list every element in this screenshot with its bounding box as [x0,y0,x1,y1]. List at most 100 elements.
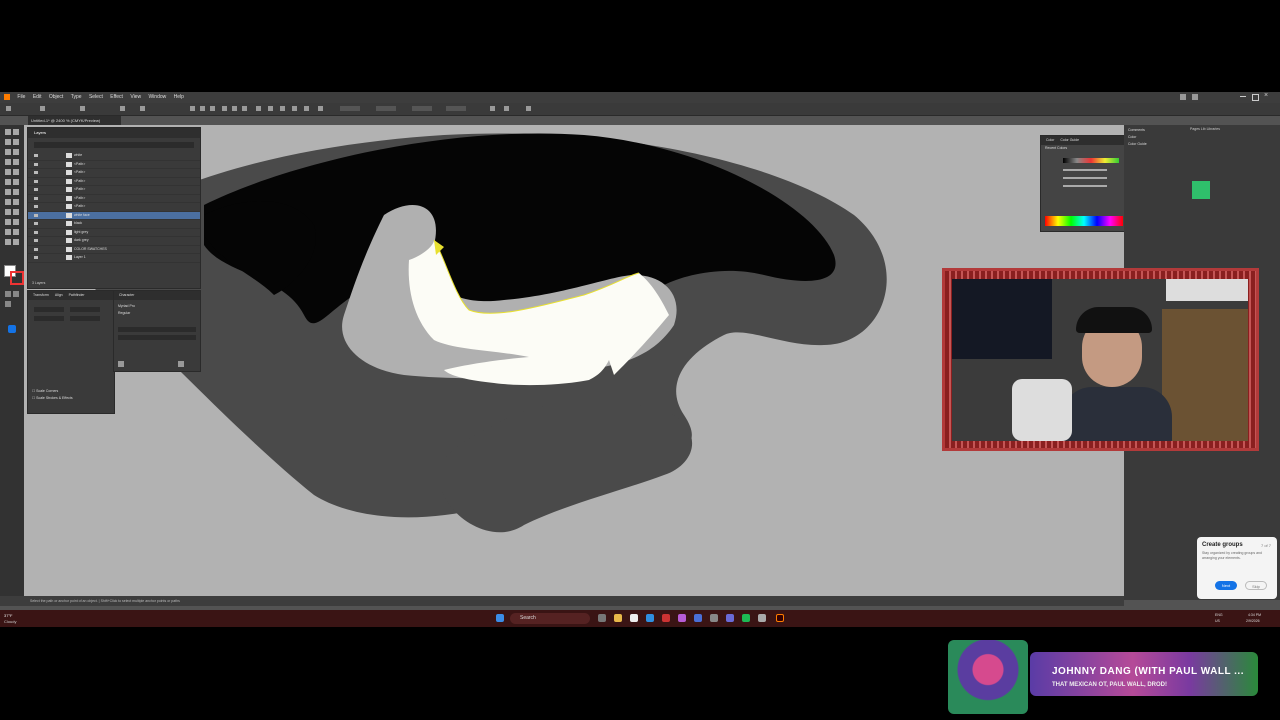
tab-dock-color-guide[interactable]: Color Guide [1124,141,1280,148]
blend-tool-icon[interactable] [13,209,19,215]
illustrator-taskbar-icon[interactable] [776,614,784,622]
text-style-icon[interactable] [118,361,124,367]
layers-search-input[interactable] [34,142,194,148]
layer-row[interactable]: black [28,220,200,229]
eye-icon[interactable] [34,239,38,242]
close-icon[interactable]: × [1264,92,1268,99]
maximize-icon[interactable] [1252,94,1259,101]
draw-mode-icon[interactable] [5,301,11,307]
align-left-icon[interactable] [190,106,195,111]
app-icon-1[interactable] [662,614,670,622]
distribute-h-icon[interactable] [268,106,273,111]
taskbar-search[interactable]: Search [510,613,590,624]
weather-temp[interactable]: 37°F [4,613,13,618]
transform-icon[interactable] [490,106,495,111]
zoom-tool-icon[interactable] [13,239,19,245]
menu-help[interactable]: Help [174,92,184,103]
width-field[interactable] [412,106,432,111]
symbol-sprayer-tool-icon[interactable] [5,219,11,225]
eye-icon[interactable] [34,188,38,191]
eye-icon[interactable] [34,162,38,166]
warp-tool-icon[interactable] [5,189,11,195]
search-icon[interactable] [1192,94,1198,100]
stroke-swatch[interactable] [10,271,24,285]
menu-view[interactable]: View [130,92,141,103]
x-field[interactable] [340,106,360,111]
font-size-input[interactable] [118,327,196,332]
y-input[interactable] [34,316,64,321]
h-input[interactable] [70,316,100,321]
layer-row[interactable]: white [28,152,200,161]
layer-row[interactable]: white face [28,211,200,220]
menu-object[interactable]: Object [49,92,63,103]
tab-dock-color[interactable]: Color [1124,134,1280,141]
rectangle-tool-icon[interactable] [5,159,11,165]
color-spectrum[interactable] [1045,216,1123,226]
eye-icon[interactable] [34,196,38,200]
layer-row[interactable]: dark grey [28,237,200,246]
layer-row[interactable]: <Path> [28,203,200,212]
tab-pages[interactable]: Pages [1190,127,1200,131]
type-tool-icon[interactable] [5,149,11,155]
menu-type[interactable]: Type [71,92,82,103]
tab-transform[interactable]: Transform [33,293,49,297]
store-icon[interactable] [630,614,638,622]
menu-edit[interactable]: Edit [33,92,42,103]
discord-icon[interactable] [726,614,734,622]
font-family-select[interactable]: Myriad Pro [114,303,200,310]
text-case-icon[interactable] [178,361,184,367]
anchor-point-icon[interactable] [6,106,11,111]
eye-icon[interactable] [34,205,38,208]
layer-row[interactable]: <Path> [28,186,200,195]
gradient-mode-icon[interactable] [13,291,19,297]
menu-select[interactable]: Select [89,92,103,103]
convert-icon[interactable] [40,106,45,111]
w-input[interactable] [70,307,100,312]
tooltip-next-button[interactable]: Next [1215,581,1237,590]
tab-align[interactable]: Align [55,293,63,297]
tab-libraries[interactable]: Libraries [1207,127,1220,131]
more-options-icon[interactable] [526,106,531,111]
document-tab[interactable]: Untitled-1* @ 2400 % (CMYK/Preview) [28,116,121,125]
hand-tool-icon[interactable] [5,239,11,245]
kerning-input[interactable] [118,335,196,340]
distribute-v-icon[interactable] [280,106,285,111]
curvature-tool-icon[interactable] [13,139,19,145]
y-field[interactable] [376,106,396,111]
spotify-icon[interactable] [742,614,750,622]
app-icon-4[interactable] [710,614,718,622]
align-right-icon[interactable] [210,106,215,111]
artboard-tool-icon[interactable] [5,229,11,235]
align-bottom-icon[interactable] [242,106,247,111]
pen-icon[interactable] [140,106,145,111]
tooltip-skip-button[interactable]: Skip [1245,581,1267,590]
pencil-tool-icon[interactable] [5,169,11,175]
color-slider-c[interactable] [1063,169,1107,171]
distribute-icon[interactable] [256,106,261,111]
eye-icon[interactable] [34,213,38,217]
eye-icon[interactable] [34,154,38,157]
scale-tool-icon[interactable] [13,179,19,185]
pen-tool-icon[interactable] [5,139,11,145]
tab-pathfinder[interactable]: Pathfinder [69,293,85,297]
eye-icon[interactable] [34,256,38,259]
eye-icon[interactable] [34,230,38,234]
direct-selection-tool-icon[interactable] [13,129,19,135]
anchors-icon[interactable] [120,106,125,111]
color-slider-y[interactable] [1063,185,1107,187]
task-view-icon[interactable] [598,614,606,622]
tab-color[interactable]: Color [1046,138,1054,142]
align-top-icon[interactable] [222,106,227,111]
align-middle-icon[interactable] [232,106,237,111]
eyedropper-tool-icon[interactable] [5,209,11,215]
graph-tool-icon[interactable] [13,219,19,225]
eye-icon[interactable] [34,247,38,251]
scale-strokes-checkbox[interactable]: ☐ Scale Strokes & Effects [28,395,114,402]
font-style-select[interactable]: Regular [114,310,200,317]
tab-color-guide[interactable]: Color Guide [1060,138,1079,142]
app-icon-3[interactable] [694,614,702,622]
color-mode-icon[interactable] [5,291,11,297]
tab-character[interactable]: Character [119,293,134,297]
eraser-tool-icon[interactable] [13,169,19,175]
app-icon-5[interactable] [758,614,766,622]
